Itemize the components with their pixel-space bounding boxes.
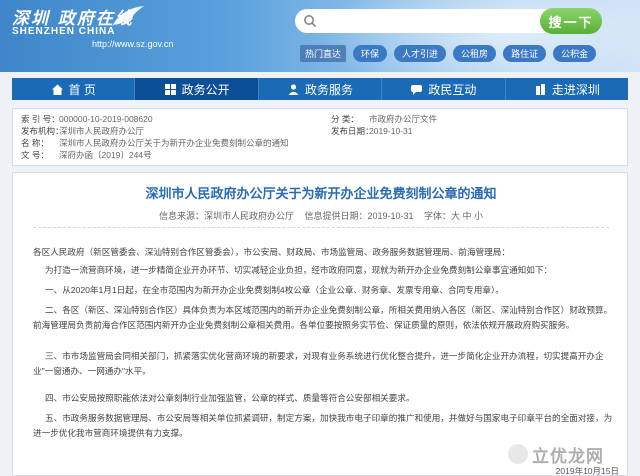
document-body: 深圳市人民政府办公厅关于为新开办企业免费刻制公章的通知 信息来源：深圳市人民政府… [12, 172, 628, 476]
paragraph-3: 三、市市场监管局会同相关部门，抓紧落实优化营商环境的新要求，对现有业务系统进行优… [33, 351, 604, 376]
document-pubtime: 信息提供日期：2019-10-31 [304, 211, 414, 221]
nav-gov-service[interactable]: 政务服务 [259, 78, 383, 100]
main-nav: 首 页 政务公开 政务服务 政民互动 走进深圳 [12, 78, 628, 100]
quick-link-talent[interactable]: 人才引进 [394, 44, 447, 62]
nav-about-shenzhen-label: 走进深圳 [551, 82, 600, 97]
quick-link-fund[interactable]: 公积金 [553, 44, 597, 62]
paragraph-addressee: 各区人民政府（新区管委会、深汕特别合作区管委会），市公安局、财政局、市场监管局、… [33, 247, 510, 257]
quick-link-env[interactable]: 环保 [353, 44, 388, 62]
meta-index: 索 引 号：000000-10-2019-008620 [21, 114, 153, 124]
header-banner: 深圳 政府在线 SHENZHEN CHINA http://www.sz.gov… [0, 0, 640, 72]
quick-link-residence[interactable]: 路住证 [503, 44, 547, 62]
quick-links: 热门直达 环保 人才引进 公租房 路住证 公积金 [300, 44, 597, 62]
nav-home-label: 首 页 [68, 82, 96, 97]
nav-interaction-label: 政民互动 [428, 82, 477, 97]
document-metadata: 索 引 号：000000-10-2019-008620 发布机构：深圳市人民政府… [12, 108, 628, 166]
paragraph-intro: 为打造一流营商环境，进一步精简企业开办环节、切实减轻企业负担，经市政府同意，现就… [45, 265, 553, 275]
document-source: 信息来源：深圳市人民政府办公厅 [158, 211, 294, 221]
nav-interaction[interactable]: 政民互动 [382, 78, 506, 100]
grid-icon [164, 83, 176, 95]
document-info: 信息来源：深圳市人民政府办公厅 信息提供日期：2019-10-31 字体：大 中… [13, 209, 629, 222]
site-logo-english: SHENZHEN CHINA [12, 26, 116, 37]
site-url: http://www.sz.gov.cn [92, 39, 174, 49]
quick-links-label: 热门直达 [300, 44, 347, 62]
paragraph-1: 一、从2020年1月1日起，在全市范围内为新开办企业免费刻制4枚公章（企业公章、… [45, 285, 504, 295]
paragraph-2: 二、各区（新区、深汕特别合作区）具体负责为本区域范围内的新开办企业免费刻制公章，… [33, 305, 613, 330]
search-icon [304, 15, 317, 28]
nav-home[interactable]: 首 页 [12, 78, 136, 100]
quick-link-housing[interactable]: 公租房 [453, 44, 497, 62]
nav-gov-affairs[interactable]: 政务公开 [135, 78, 259, 100]
nav-about-shenzhen[interactable]: 走进深圳 [506, 78, 628, 100]
nav-gov-affairs-label: 政务公开 [181, 82, 230, 97]
paragraph-5: 五、市政务服务数据管理局、市公安局等相关单位抓紧调研，制定方案，加快我市电子印章… [33, 413, 613, 438]
meta-docnum: 文 号： 深府办函〔2019〕244号 [21, 150, 152, 160]
font-size-switch[interactable]: 字体：大 中 小 [424, 211, 483, 221]
home-icon [51, 84, 63, 95]
meta-category: 分 类： 市政府办公厅文件 [331, 114, 438, 124]
building-icon [535, 83, 545, 95]
watermark-text: 立优龙网 [532, 447, 604, 467]
document-title: 深圳市人民政府办公厅关于为新开办企业免费刻制公章的通知 [145, 186, 497, 201]
meta-name: 名 称： 深圳市人民政府办公厅关于为新开办企业免费刻制公章的通知 [21, 138, 289, 148]
nav-gov-service-label: 政务服务 [305, 82, 354, 97]
search-input[interactable] [323, 12, 533, 30]
watermark: 立优龙网 [508, 440, 604, 470]
watermark-logo-icon [508, 444, 528, 464]
chat-icon [411, 84, 423, 95]
paragraph-4: 四、市公安局按照职能依法对公章刻制行业加强监管，公章的样式、质量等符合公安部相关… [45, 393, 415, 403]
meta-date: 发布日期：2019-10-31 [331, 126, 413, 136]
people-icon [288, 83, 299, 95]
meta-org: 发布机构：深圳市人民政府办公厅 [21, 126, 145, 136]
search-button[interactable]: 搜一下 [540, 8, 602, 34]
divider [33, 227, 609, 228]
